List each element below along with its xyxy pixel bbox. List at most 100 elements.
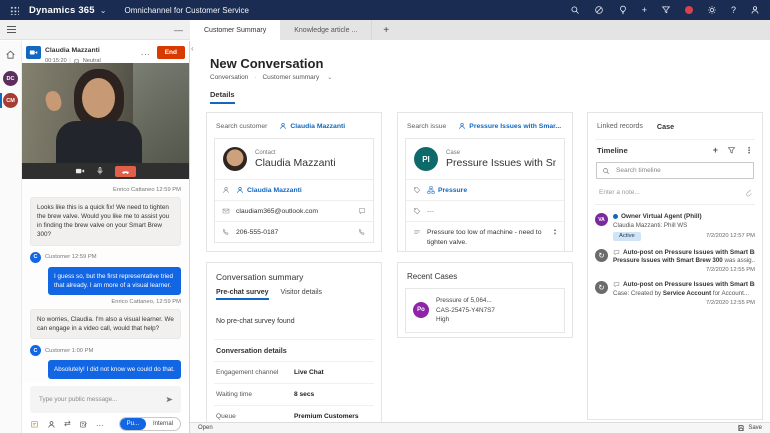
conversation-panel: Claudia Mazzanti 00:15:20 | Neutral ... … (22, 41, 190, 433)
filter-icon[interactable] (661, 5, 671, 15)
tab-visitor-details[interactable]: Visitor details (281, 289, 323, 300)
entry-timestamp: 7/2/2020 12:55 PM (706, 267, 755, 273)
recent-case-item[interactable]: Po Pressure of 5,064... CAS-25475-Y4N7S7… (405, 288, 565, 333)
settings-gear-icon[interactable] (707, 5, 717, 15)
case-icon (458, 122, 466, 130)
case-title: Pressure Issues with Smart... (446, 156, 556, 169)
message-input[interactable] (37, 395, 161, 404)
presence-dot-icon (613, 214, 618, 219)
toggle-internal[interactable]: Internal (146, 418, 180, 430)
account-person-icon[interactable] (750, 5, 760, 15)
caller-name: Claudia Mazzanti (45, 47, 100, 55)
hangup-button[interactable] (115, 165, 136, 177)
collapse-session-icon[interactable]: ‹ (191, 44, 194, 53)
call-more-options-icon[interactable]: ... (141, 48, 151, 57)
breadcrumb: Conversation · Customer summary ⌄ (210, 74, 333, 81)
customer-message-bubble: I guess so, but the first representative… (48, 266, 181, 295)
chat-post-icon (613, 281, 620, 288)
chat-transcript[interactable]: Enrico Cattaneo 12:59 PM Looks like this… (22, 179, 189, 383)
brand-chevron-icon[interactable]: ⌄ (100, 6, 107, 15)
lightbulb-icon[interactable] (618, 5, 628, 15)
case-avatar: PI (414, 147, 438, 171)
home-session-icon[interactable] (5, 46, 16, 64)
help-icon[interactable]: ? (731, 5, 736, 15)
contact-email[interactable]: claudiam365@outlook.com (236, 208, 318, 215)
emoji-icon[interactable] (30, 420, 39, 429)
notes-icon[interactable] (79, 420, 88, 429)
timeline-filter-icon[interactable] (727, 146, 736, 155)
search-customer-label: Search customer (216, 122, 268, 130)
timeline-more-icon[interactable]: ⋮ (745, 146, 753, 155)
paperclip-icon[interactable] (745, 189, 753, 197)
slashed-circle-icon[interactable] (594, 5, 604, 15)
contact-record-link[interactable]: Claudia Mazzanti (236, 186, 302, 194)
call-action-icon[interactable] (358, 228, 366, 236)
call-header: Claudia Mazzanti 00:15:20 | Neutral ... … (22, 41, 189, 63)
toggle-public[interactable]: Pu... (119, 418, 146, 430)
linked-records-label: Linked records (597, 123, 643, 130)
timeline-search-input[interactable] (614, 166, 748, 175)
contact-icon (279, 122, 287, 130)
mic-toggle-icon[interactable] (95, 166, 105, 176)
description-icon (413, 228, 421, 236)
app-tab-bar: Customer Summary Knowledge article ... + (190, 20, 770, 40)
collapse-panel-icon[interactable]: — (174, 25, 183, 35)
timeline-add-icon[interactable]: + (713, 146, 718, 155)
contact-photo-avatar (223, 147, 247, 171)
consult-person-icon[interactable] (47, 420, 56, 429)
visibility-toggle[interactable]: Pu... Internal (118, 417, 181, 431)
more-options-icon[interactable]: … (96, 420, 104, 428)
chat-action-icon[interactable] (358, 207, 366, 215)
subject-link[interactable]: Pressure (427, 186, 467, 194)
breadcrumb-item[interactable]: Conversation (210, 74, 248, 81)
agent-message-bubble: Looks like this is a quick fix! We need … (30, 197, 181, 246)
timeline-search-box (596, 162, 754, 179)
customer-link[interactable]: Claudia Mazzanti (279, 122, 345, 130)
app-name[interactable]: Omnichannel for Customer Service (124, 6, 249, 15)
tab-prechat-survey[interactable]: Pre-chat survey (216, 289, 269, 300)
chevron-down-icon[interactable]: ⌄ (327, 74, 332, 81)
transfer-icon[interactable]: ⇄ (64, 420, 71, 428)
timeline-entry[interactable]: ↻ Auto-post on Pressure Issues with Smar… (595, 241, 755, 273)
case-description[interactable]: Pressure too low of machine - need to ti… (427, 228, 545, 247)
quick-create-plus-icon[interactable]: + (642, 5, 647, 15)
session-avatar-cm[interactable]: CM (0, 93, 21, 108)
issue-link[interactable]: Pressure Issues with Smar... (458, 122, 561, 130)
search-icon[interactable] (570, 5, 580, 15)
timeline-entry[interactable]: ↻ Auto-post on Pressure Issues with Smar… (595, 273, 755, 306)
timeline-entry[interactable]: VA Owner Virtual Agent (Phill) Claudia M… (595, 205, 755, 241)
linked-record-type[interactable]: Case (657, 122, 674, 131)
note-input[interactable] (597, 188, 741, 197)
brand-title[interactable]: Dynamics 365 (29, 5, 95, 16)
message-meta: Enrico Cattaneo 12:59 PM (113, 187, 181, 193)
avatar: VA (595, 213, 608, 226)
customer-message-bubble: Absolutely! I did not know we could do t… (48, 360, 181, 380)
hamburger-menu-icon[interactable] (7, 25, 16, 34)
recent-cases-card: Recent Cases Po Pressure of 5,064... CAS… (397, 262, 573, 338)
message-meta: Enrico Cattaneo, 12:59 PM (111, 298, 181, 305)
tab-customer-summary[interactable]: Customer Summary (190, 20, 281, 40)
stepper-icons[interactable]: ▲ ▼ (553, 227, 557, 237)
send-icon[interactable] (165, 395, 174, 404)
notification-dot-icon[interactable] (684, 6, 693, 14)
breadcrumb-item[interactable]: Customer summary (262, 74, 319, 81)
video-feed (22, 63, 189, 163)
record-type-label: Contact (255, 149, 276, 156)
waffle-icon[interactable] (10, 5, 19, 15)
save-button[interactable]: Save (737, 424, 762, 432)
search-issue-label: Search issue (407, 122, 447, 130)
message-meta: Customer 12:59 PM (45, 254, 97, 260)
detail-row: Engagement channel Live Chat (214, 361, 374, 383)
contact-phone[interactable]: 206-555-0187 (236, 229, 278, 236)
entry-subtitle: Case: Created by Service Account for Acc… (613, 289, 749, 297)
session-avatar-dc[interactable]: DC (0, 71, 21, 86)
new-tab-button[interactable]: + (372, 20, 400, 40)
tab-knowledge-article[interactable]: Knowledge article ... (280, 20, 373, 40)
tab-details[interactable]: Details (210, 90, 235, 104)
chat-toolbar: ⇄ … Pu... Internal (22, 415, 189, 433)
session-rail: DC CM (0, 41, 22, 433)
camera-toggle-icon[interactable] (75, 166, 85, 176)
contact-name: Claudia Mazzanti (255, 156, 336, 169)
end-call-button[interactable]: End (156, 45, 185, 59)
main-content: New Conversation Conversation · Customer… (190, 40, 770, 423)
